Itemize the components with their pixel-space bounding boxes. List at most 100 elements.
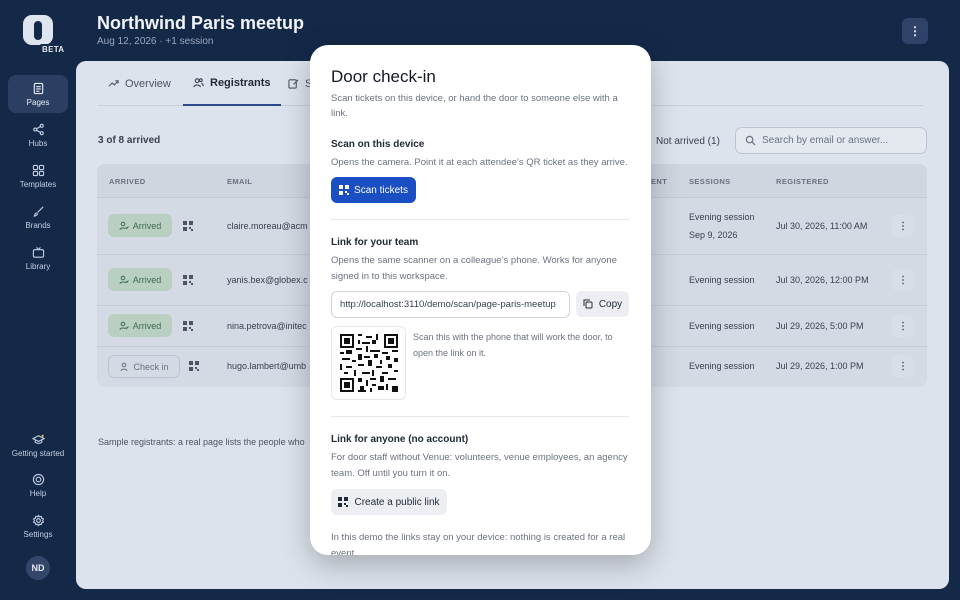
copy-icon (583, 299, 593, 309)
qr-code-icon[interactable] (183, 275, 193, 285)
demo-note: In this demo the links stay on your devi… (331, 532, 626, 555)
badge-label: Arrived (132, 274, 162, 285)
session-cell: Evening session (689, 321, 755, 331)
page-title: Northwind Paris meetup (97, 13, 305, 33)
email-cell: nina.petrova@initec (227, 321, 307, 331)
nav-help[interactable]: Help (8, 466, 68, 504)
users-icon (193, 78, 204, 88)
person-icon (120, 362, 128, 371)
nav-templates[interactable]: Templates (8, 157, 68, 195)
arrived-count: 3 of 8 arrived (98, 135, 161, 146)
nav-label: Hubs (28, 138, 48, 148)
session-cell: Evening session (689, 212, 755, 222)
scan-icon (339, 185, 350, 195)
tv-icon (32, 246, 44, 258)
col-sessions: SESSIONS (689, 177, 731, 186)
public-text: For door staff without Venue: volunteers… (331, 452, 628, 479)
door-checkin-dialog: Door check-in Scan tickets on this devic… (310, 45, 651, 555)
qr-code-icon[interactable] (183, 321, 193, 331)
row-menu-button[interactable]: ⋮ (892, 355, 914, 377)
qr-code-icon[interactable] (183, 221, 193, 231)
tab-registrants[interactable]: Registrants (183, 61, 281, 106)
pages-icon (33, 82, 43, 94)
dialog-intro: Scan tickets on this device, or hand the… (331, 93, 618, 119)
scan-tickets-button[interactable]: Scan tickets (331, 177, 416, 203)
device-text: Opens the camera. Point it at each atten… (331, 157, 628, 168)
nav-hubs[interactable]: Hubs (8, 116, 68, 154)
nav-library[interactable]: Library (8, 239, 68, 277)
session-cell: Evening session (689, 275, 755, 285)
row-menu-button[interactable]: ⋮ (892, 215, 914, 237)
create-public-link-button[interactable]: Create a public link (331, 489, 447, 515)
page-subtitle: Aug 12, 2026 · +1 session (97, 36, 214, 47)
trend-icon (108, 80, 119, 87)
search-input[interactable]: Search by email or answer... (735, 127, 927, 154)
nav-settings[interactable]: Settings (8, 507, 68, 545)
graduation-icon (31, 434, 45, 444)
search-icon (745, 135, 756, 146)
edit-icon (288, 79, 299, 89)
nav-label: Templates (19, 179, 57, 189)
arrived-badge[interactable]: Arrived (108, 314, 172, 337)
team-heading: Link for your team (331, 237, 419, 248)
brush-icon (33, 205, 44, 217)
tab-label: Overview (125, 77, 171, 90)
sample-footnote: Sample registrants: a real page lists th… (98, 437, 305, 447)
more-menu-button[interactable]: ⋮ (902, 18, 928, 44)
nav-pages[interactable]: Pages (8, 75, 68, 113)
nav-brands[interactable]: Brands (8, 198, 68, 236)
col-email: EMAIL (227, 177, 253, 186)
team-qr-code (331, 326, 406, 400)
arrived-badge[interactable]: Arrived (108, 268, 172, 291)
tab-label: Registrants (210, 76, 271, 89)
qr-caption: Scan this with the phone that will work … (413, 332, 613, 358)
email-cell: claire.moreau@acm (227, 221, 308, 231)
qr-code-icon (339, 334, 398, 392)
col-registered: REGISTERED (776, 177, 829, 186)
share-icon (32, 123, 44, 135)
device-heading: Scan on this device (331, 139, 425, 150)
filter-not-arrived[interactable]: Not arrived (1) (646, 129, 730, 153)
public-heading: Link for anyone (no account) (331, 434, 469, 445)
tab-overview[interactable]: Overview (98, 61, 181, 106)
col-arrived: ARRIVED (109, 177, 146, 186)
help-icon (32, 473, 44, 485)
badge-label: Check in (133, 361, 169, 372)
team-link-field[interactable]: http://localhost:3110/demo/scan/page-par… (331, 291, 570, 318)
team-text: Opens the same scanner on a colleague’s … (331, 255, 617, 282)
qr-code-icon[interactable] (189, 361, 199, 371)
email-cell: hugo.lambert@umb (227, 361, 307, 371)
nav-label: Pages (26, 97, 50, 107)
divider (331, 416, 629, 417)
person-check-icon (119, 321, 129, 330)
registered-cell: Jul 29, 2026, 5:00 PM (776, 321, 864, 331)
grid-icon (32, 164, 44, 176)
row-menu-button[interactable]: ⋮ (892, 269, 914, 291)
person-check-icon (119, 221, 129, 230)
person-check-icon (119, 275, 129, 284)
button-label: Copy (598, 298, 623, 310)
nav-label: Brands (25, 220, 51, 230)
copy-button[interactable]: Copy (576, 291, 629, 317)
nav-label: Help (29, 488, 47, 498)
nav-label: Settings (23, 529, 53, 539)
arrived-badge[interactable]: Arrived (108, 214, 172, 237)
nav-getting-started[interactable]: Getting started (8, 425, 68, 465)
session-date-cell: Sep 9, 2026 (689, 230, 738, 240)
session-cell: Evening session (689, 361, 755, 371)
dialog-title: Door check-in (331, 67, 436, 86)
button-label: Create a public link (354, 496, 440, 508)
gear-icon (32, 513, 44, 527)
registered-cell: Jul 30, 2026, 12:00 PM (776, 275, 869, 285)
app-logo[interactable] (23, 15, 53, 45)
divider (331, 219, 629, 220)
registered-cell: Jul 29, 2026, 1:00 PM (776, 361, 864, 371)
scan-icon (338, 497, 349, 507)
check-in-button[interactable]: Check in (108, 355, 180, 378)
nav-label: Getting started (11, 448, 65, 458)
col-ent: ENT (651, 177, 668, 186)
button-label: Scan tickets (354, 184, 408, 196)
avatar[interactable]: ND (26, 556, 50, 580)
beta-badge: BETA (39, 44, 68, 55)
row-menu-button[interactable]: ⋮ (892, 315, 914, 337)
